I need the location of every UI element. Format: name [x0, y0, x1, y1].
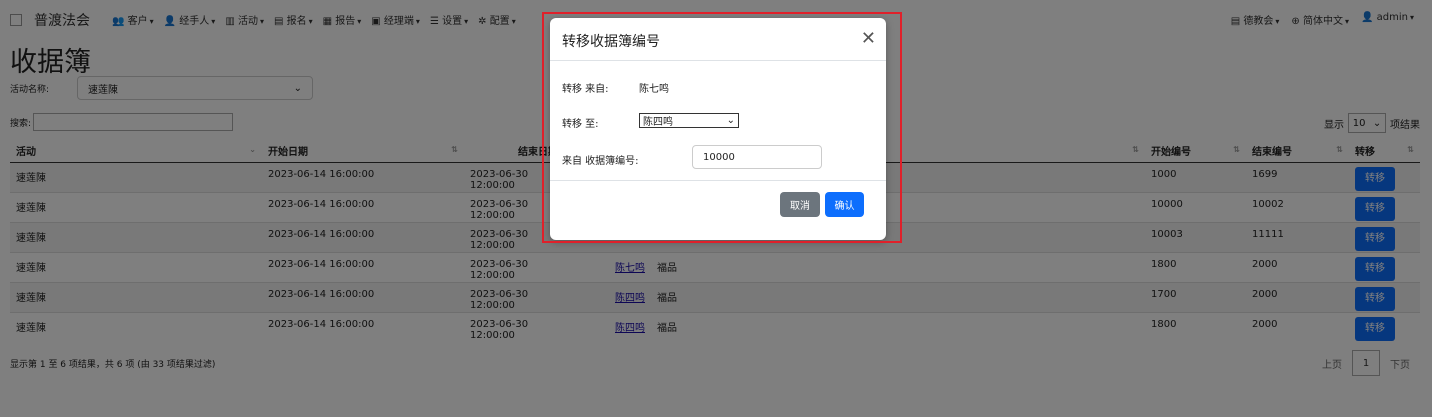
- highlight-frame: [542, 12, 902, 243]
